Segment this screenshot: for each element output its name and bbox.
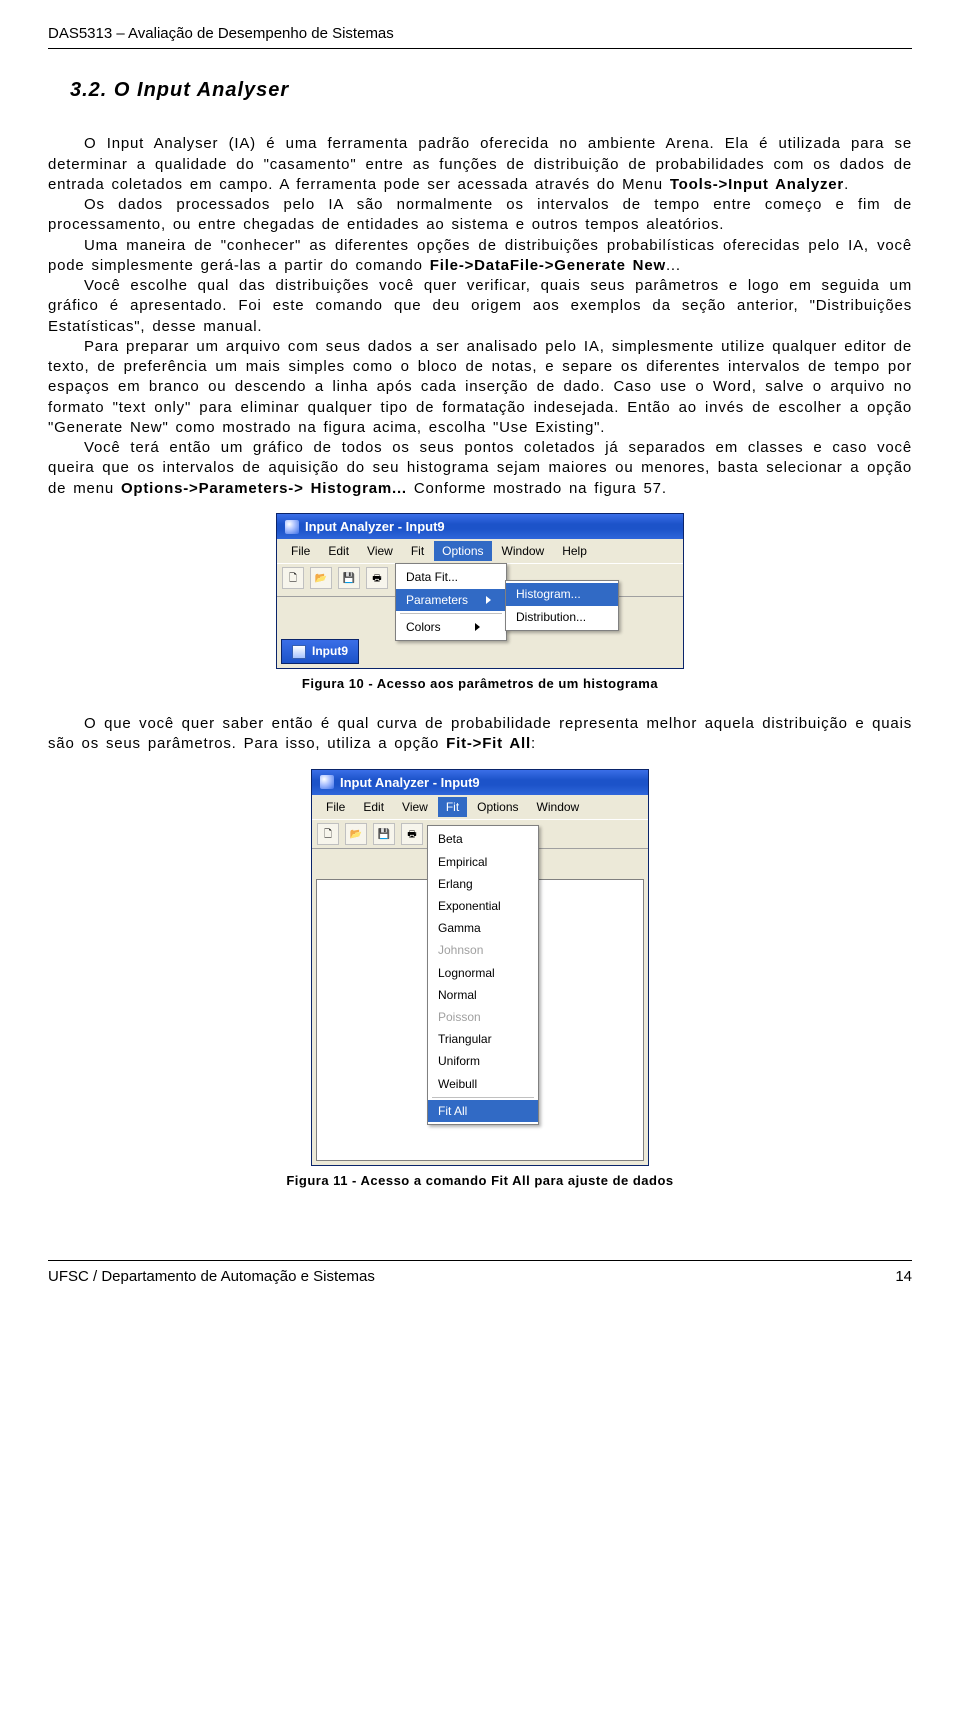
options-colors[interactable]: Colors [396, 616, 506, 638]
doc-tab[interactable]: Input9 [281, 639, 359, 663]
menu-edit[interactable]: Edit [320, 541, 357, 561]
window-input-analyzer-2: Input Analyzer - Input9 File Edit View F… [311, 769, 649, 1167]
toolbar-new-icon[interactable]: 🗋 [282, 567, 304, 589]
paragraph-2: Os dados processados pelo IA são normalm… [48, 195, 912, 236]
toolbar-print-icon[interactable]: 🖶 [401, 823, 423, 845]
paragraph-4: Você escolhe qual das distribuições você… [48, 276, 912, 337]
document-icon [292, 645, 306, 659]
page-header: DAS5313 – Avaliação de Desempenho de Sis… [48, 24, 912, 49]
fit-lognormal[interactable]: Lognormal [428, 962, 538, 984]
toolbar-new-icon[interactable]: 🗋 [317, 823, 339, 845]
parameters-histogram[interactable]: Histogram... [506, 583, 618, 605]
toolbar-open-icon[interactable]: 📂 [345, 823, 367, 845]
body-text: O Input Analyser (IA) é uma ferramenta p… [48, 134, 912, 499]
paragraph-6: Você terá então um gráfico de todos os s… [48, 438, 912, 499]
menu-options[interactable]: Options [434, 541, 491, 561]
toolbar-save-icon[interactable]: 💾 [338, 567, 360, 589]
fit-fitall[interactable]: Fit All [428, 1100, 538, 1122]
window-title-2: Input Analyzer - Input9 [340, 774, 480, 792]
doc-tab-label: Input9 [312, 643, 348, 659]
menu-window[interactable]: Window [494, 541, 553, 561]
course-code: DAS5313 – Avaliação de Desempenho de Sis… [48, 25, 394, 42]
menu-separator [400, 613, 502, 614]
options-datafit[interactable]: Data Fit... [396, 566, 506, 588]
toolbar-save-icon[interactable]: 💾 [373, 823, 395, 845]
fit-erlang[interactable]: Erlang [428, 873, 538, 895]
fit-empirical[interactable]: Empirical [428, 851, 538, 873]
fit-exponential[interactable]: Exponential [428, 895, 538, 917]
chevron-right-icon [486, 596, 491, 604]
options-parameters[interactable]: Parameters [396, 589, 506, 611]
page-number: 14 [895, 1267, 912, 1287]
page-footer: UFSC / Departamento de Automação e Siste… [48, 1260, 912, 1287]
menu-view[interactable]: View [394, 797, 436, 817]
menu-options[interactable]: Options [469, 797, 526, 817]
fit-beta[interactable]: Beta [428, 828, 538, 850]
parameters-submenu: Histogram... Distribution... [505, 580, 619, 630]
fit-normal[interactable]: Normal [428, 984, 538, 1006]
window-input-analyzer: Input Analyzer - Input9 File Edit View F… [276, 513, 684, 669]
fit-triangular[interactable]: Triangular [428, 1028, 538, 1050]
menubar-2: File Edit View Fit Options Window [312, 795, 648, 819]
paragraph-7: O que você quer saber então é qual curva… [48, 714, 912, 755]
footer-left: UFSC / Departamento de Automação e Siste… [48, 1267, 375, 1287]
menu-fit[interactable]: Fit [438, 797, 467, 817]
fit-weibull[interactable]: Weibull [428, 1073, 538, 1095]
fit-poisson: Poisson [428, 1006, 538, 1028]
menu-view[interactable]: View [359, 541, 401, 561]
body-text-2: O que você quer saber então é qual curva… [48, 714, 912, 755]
document-area: Beta Empirical Erlang Exponential Gamma … [316, 879, 644, 1161]
figure-11-caption: Figura 11 - Acesso a comando Fit All par… [48, 1172, 912, 1190]
fit-gamma[interactable]: Gamma [428, 917, 538, 939]
titlebar: Input Analyzer - Input9 [277, 514, 683, 540]
paragraph-5: Para preparar um arquivo com seus dados … [48, 337, 912, 438]
toolbar-open-icon[interactable]: 📂 [310, 567, 332, 589]
app-icon [285, 520, 299, 534]
chevron-right-icon [475, 623, 480, 631]
menubar: File Edit View Fit Options Window Help [277, 539, 683, 563]
section-title: 3.2. O Input Analyser [70, 77, 912, 104]
menu-window[interactable]: Window [529, 797, 588, 817]
window-title: Input Analyzer - Input9 [305, 518, 445, 536]
menu-file[interactable]: File [283, 541, 318, 561]
paragraph-1: O Input Analyser (IA) é uma ferramenta p… [48, 134, 912, 195]
options-dropdown: Data Fit... Parameters Colors [395, 563, 507, 641]
titlebar-2: Input Analyzer - Input9 [312, 770, 648, 796]
figure-11: Input Analyzer - Input9 File Edit View F… [48, 769, 912, 1167]
fit-johnson: Johnson [428, 939, 538, 961]
parameters-distribution[interactable]: Distribution... [506, 606, 618, 628]
toolbar-print-icon[interactable]: 🖶 [366, 567, 388, 589]
fit-dropdown: Beta Empirical Erlang Exponential Gamma … [427, 825, 539, 1124]
app-icon [320, 775, 334, 789]
figure-10: Input Analyzer - Input9 File Edit View F… [48, 513, 912, 669]
menu-fit[interactable]: Fit [403, 541, 432, 561]
menu-separator [432, 1097, 534, 1098]
menu-help[interactable]: Help [554, 541, 595, 561]
fit-uniform[interactable]: Uniform [428, 1050, 538, 1072]
figure-10-caption: Figura 10 - Acesso aos parâmetros de um … [48, 675, 912, 693]
paragraph-3: Uma maneira de "conhecer" as diferentes … [48, 236, 912, 277]
menu-file[interactable]: File [318, 797, 353, 817]
toolbar: 🗋 📂 💾 🖶 Data Fit... Parameters Colors [277, 563, 683, 597]
menu-edit[interactable]: Edit [355, 797, 392, 817]
